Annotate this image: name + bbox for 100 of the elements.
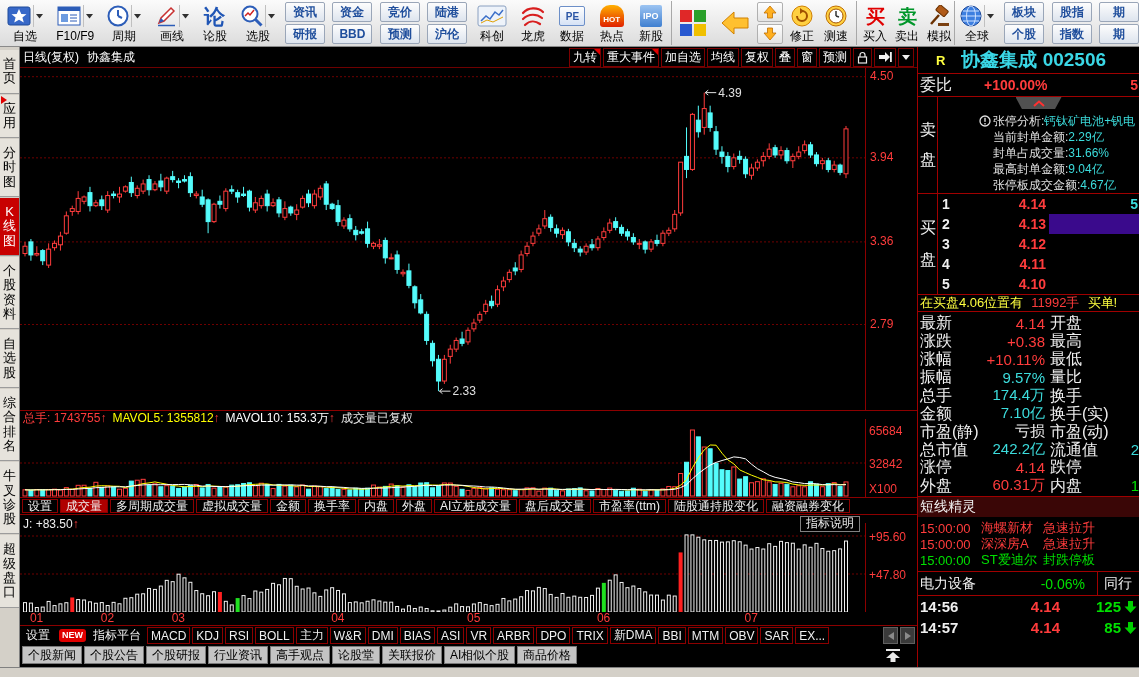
chart-tool-button[interactable]: 加自选 (661, 47, 705, 67)
indicator-tab[interactable]: 新DMA (609, 627, 657, 644)
news-tab[interactable]: 高手观点 (270, 646, 330, 664)
toolbar-button[interactable]: 卖 卖出 (891, 1, 923, 45)
alert-row[interactable]: 15:00:00 ST爱迪尔 封跌停板 (918, 551, 1139, 567)
toolbar-button[interactable]: 模拟 (923, 1, 955, 45)
toolbar-button[interactable]: 修正 (785, 1, 818, 45)
indicator-tab[interactable]: VR (466, 627, 492, 644)
toolbar-button[interactable]: 预测 (379, 24, 420, 44)
scroll-top-button[interactable] (883, 646, 903, 664)
volume-tab[interactable]: 陆股通持股变化 (668, 499, 764, 513)
indicator-tab[interactable]: 主力 (295, 627, 328, 644)
volume-tab[interactable]: 换手率 (308, 499, 356, 513)
indicator-tab[interactable]: DPO (536, 627, 571, 644)
down-button[interactable] (757, 24, 783, 44)
dropdown-button[interactable] (898, 47, 914, 67)
toolbar-button[interactable]: 个股 (1004, 24, 1045, 44)
alert-row[interactable]: 15:00:00 海螺新材 急速拉升 (918, 519, 1139, 535)
chart-tool-button[interactable]: 复权 (741, 47, 773, 67)
indicator-tab[interactable]: MACD (147, 627, 191, 644)
volume-tab[interactable]: 市盈率(ttm) (593, 499, 666, 513)
indicator-tab[interactable]: ARBR (493, 627, 535, 644)
toolbar-button[interactable]: 竞价 (379, 2, 420, 22)
indicator-tab[interactable]: BBI (658, 627, 686, 644)
indicator-tab[interactable]: EX... (795, 627, 830, 644)
toolbar-button[interactable]: IPO 新股 (634, 1, 667, 45)
toolbar-button[interactable]: 论 论股 (198, 1, 231, 45)
toolbar-button[interactable]: 股指 (1051, 2, 1092, 22)
indicator-help-button[interactable]: 指标说明 (800, 515, 860, 532)
side-tab[interactable]: 超级盘口 (0, 535, 19, 608)
toolbar-button[interactable]: 板块 (1004, 2, 1045, 22)
toolbar-button[interactable]: 买 买入 (859, 1, 891, 45)
news-tab[interactable]: 个股公告 (84, 646, 144, 664)
toolbar-button[interactable]: F10/F9 (53, 1, 98, 45)
expand-button[interactable] (874, 47, 896, 67)
side-tab[interactable]: 首页 (0, 50, 19, 94)
news-tab[interactable]: 个股研报 (146, 646, 206, 664)
volume-tab[interactable]: 金额 (270, 499, 306, 513)
toolbar-button[interactable]: 资金 (332, 2, 373, 22)
side-tab[interactable]: 自选股 (0, 330, 19, 389)
volume-tab[interactable]: 融资融券变化 (766, 499, 850, 513)
volume-tab[interactable]: 设置 (22, 499, 58, 513)
news-tab[interactable]: 行业资讯 (208, 646, 268, 664)
chart-tool-button[interactable]: 重大事件 (603, 47, 659, 67)
news-tab[interactable]: 商品价格 (517, 646, 578, 664)
indicator-tab[interactable]: RSI (225, 627, 254, 644)
lock-button[interactable] (853, 47, 872, 67)
chart-tool-button[interactable]: 窗 (797, 47, 817, 67)
collapse-button[interactable] (1015, 97, 1062, 109)
indicator-tab[interactable]: OBV (725, 627, 759, 644)
indicator-tab[interactable]: BOLL (255, 627, 294, 644)
indicator-tab[interactable]: BIAS (399, 627, 436, 644)
chart-tool-button[interactable]: 九转 (569, 47, 601, 67)
volume-tab[interactable]: 成交量 (60, 499, 108, 513)
toolbar-button[interactable]: 画线 (151, 1, 192, 45)
toolbar-button[interactable]: 测速 (820, 1, 852, 45)
indicator-tab[interactable]: KDJ (192, 627, 223, 644)
indicator-tab[interactable]: DMI (367, 627, 398, 644)
toolbar-button[interactable]: 选股 (238, 1, 279, 45)
toolbar-button[interactable]: 自选 (4, 1, 46, 45)
toolbar-button[interactable]: 资讯 (285, 2, 326, 22)
toolbar-button[interactable]: BBD (332, 24, 373, 44)
toolbar-button[interactable]: 龙虎 (517, 1, 550, 45)
toolbar-button[interactable]: 期 (1099, 24, 1139, 44)
toolbar-button[interactable]: 指数 (1051, 24, 1092, 44)
toolbar-button[interactable]: 全球 (957, 1, 997, 45)
side-tab[interactable]: 应用 (0, 94, 19, 139)
side-tab[interactable]: 牛叉诊股 (0, 462, 19, 535)
indicator-tab[interactable]: MTM (687, 627, 724, 644)
toolbar-button[interactable]: PE 数据 (556, 1, 589, 45)
side-tab[interactable]: 综合排名 (0, 389, 19, 462)
volume-tab[interactable]: 内盘 (358, 499, 394, 513)
alert-row[interactable]: 15:00:00 深深房A 急速拉升 (918, 535, 1139, 551)
toolbar-button[interactable]: 期 (1099, 2, 1139, 22)
news-tab[interactable]: AI相似个股 (444, 646, 516, 664)
volume-tab[interactable]: AI立桩成交量 (434, 499, 518, 513)
chart-tool-button[interactable]: 均线 (707, 47, 739, 67)
toolbar-button[interactable]: 研报 (285, 24, 326, 44)
volume-tab[interactable]: 多周期成交量 (110, 499, 194, 513)
volume-tab[interactable]: 盘后成交量 (519, 499, 592, 513)
toolbar-button[interactable]: 周期 (104, 1, 145, 45)
news-tab[interactable]: 关联报价 (382, 646, 442, 664)
up-button[interactable] (757, 2, 783, 22)
volume-tab[interactable]: 虚拟成交量 (196, 499, 268, 513)
indicator-tab[interactable]: SAR (760, 627, 794, 644)
side-tab[interactable]: K线图 (0, 198, 19, 256)
indicator-tab[interactable]: ASI (437, 627, 465, 644)
news-tab[interactable]: 论股堂 (332, 646, 380, 664)
side-tab[interactable]: 个股资料 (0, 256, 19, 330)
chart-tool-button[interactable]: 叠 (775, 47, 795, 67)
volume-tab[interactable]: 外盘 (396, 499, 432, 513)
side-tab[interactable]: 分时图 (0, 139, 19, 198)
toolbar-button[interactable]: 沪伦 (426, 24, 467, 44)
indicator-tab[interactable]: W&R (329, 627, 366, 644)
news-tab[interactable]: 个股新闻 (22, 646, 82, 664)
toolbar-button[interactable]: HOT 热点 (595, 1, 628, 45)
chart-tool-button[interactable]: 预测 (819, 47, 851, 67)
indicator-tab[interactable]: TRIX (572, 627, 608, 644)
toolbar-button[interactable]: 科创 (474, 1, 511, 45)
toolbar-button[interactable]: 陆港 (426, 2, 467, 22)
